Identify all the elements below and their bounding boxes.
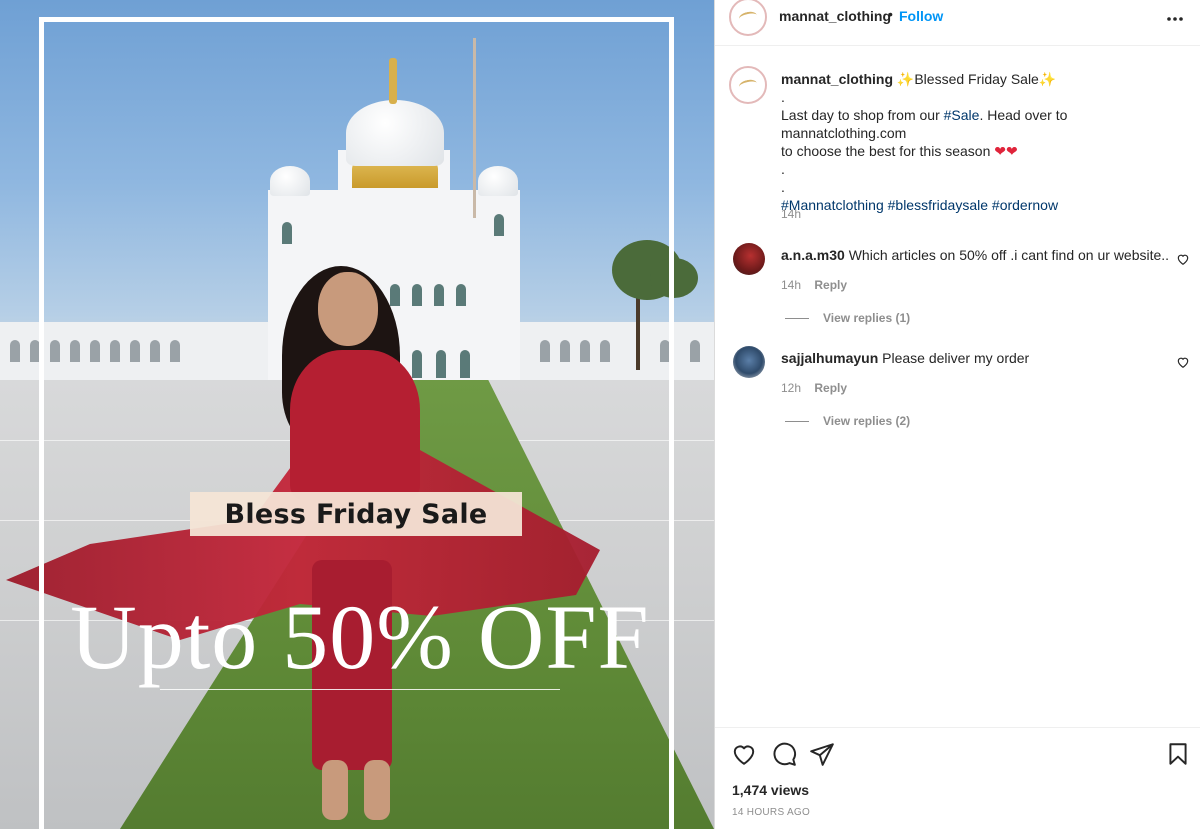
header-separator: • bbox=[888, 6, 893, 22]
caption-dot: . bbox=[781, 161, 785, 177]
brand-logo-icon bbox=[738, 10, 758, 24]
comment-username[interactable]: sajjalhumayun bbox=[781, 350, 878, 366]
comment-like-icon[interactable] bbox=[1176, 252, 1190, 266]
heart-emoji-icon: ❤❤ bbox=[994, 143, 1018, 159]
commenter-avatar[interactable] bbox=[733, 346, 765, 378]
caption-title: Blessed Friday Sale bbox=[914, 71, 1039, 87]
comment-meta: 14h Reply bbox=[781, 278, 847, 292]
caption-time: 14h bbox=[781, 207, 802, 221]
header-username[interactable]: mannat_clothing bbox=[779, 8, 891, 24]
caption: mannat_clothing ✨Blessed Friday Sale✨ . … bbox=[781, 70, 1191, 214]
caption-dot: . bbox=[781, 89, 785, 105]
reply-button[interactable]: Reply bbox=[814, 381, 847, 395]
save-icon[interactable] bbox=[1165, 741, 1191, 767]
more-options-icon[interactable] bbox=[1165, 4, 1185, 28]
white-frame-overlay bbox=[39, 17, 674, 829]
brand-logo-icon bbox=[738, 78, 758, 92]
comment-time: 12h bbox=[781, 381, 802, 395]
share-icon[interactable] bbox=[809, 741, 835, 767]
comment-meta: 12h Reply bbox=[781, 381, 847, 395]
offer-text: Upto 50% OFF bbox=[70, 586, 650, 688]
comment-text: Which articles on 50% off .i cant find o… bbox=[848, 247, 1170, 263]
comment-username[interactable]: a.n.a.m30 bbox=[781, 247, 845, 263]
profile-avatar[interactable] bbox=[729, 0, 767, 36]
sale-banner-text: Bless Friday Sale bbox=[224, 498, 488, 530]
offer-underline bbox=[160, 689, 560, 690]
caption-username[interactable]: mannat_clothing bbox=[781, 71, 893, 87]
comment-time: 14h bbox=[781, 278, 802, 292]
caption-avatar[interactable] bbox=[729, 66, 767, 104]
comment-like-icon[interactable] bbox=[1176, 355, 1190, 369]
view-replies-button[interactable]: View replies (1) bbox=[785, 311, 910, 325]
sale-banner: Bless Friday Sale bbox=[190, 492, 522, 536]
reply-button[interactable]: Reply bbox=[814, 278, 847, 292]
sparkle-icon: ✨ bbox=[896, 71, 915, 87]
post-header: mannat_clothing • Follow bbox=[715, 0, 1200, 46]
comment-icon[interactable] bbox=[771, 741, 797, 767]
like-icon[interactable] bbox=[731, 741, 757, 767]
commenter-avatar[interactable] bbox=[733, 243, 765, 275]
caption-hashtags[interactable]: #Mannatclothing #blessfridaysale #ordern… bbox=[781, 196, 1191, 214]
post-actions: 1,474 views 14 HOURS AGO bbox=[715, 727, 1200, 829]
follow-button[interactable]: Follow bbox=[899, 8, 943, 24]
post-media[interactable]: Bless Friday Sale Upto 50% OFF bbox=[0, 0, 714, 829]
comment-text: Please deliver my order bbox=[882, 350, 1030, 366]
comment-item: sajjalhumayun Please deliver my order bbox=[781, 349, 1029, 367]
sparkle-icon: ✨ bbox=[1038, 71, 1057, 87]
post-timestamp[interactable]: 14 HOURS AGO bbox=[732, 807, 810, 818]
view-count[interactable]: 1,474 views bbox=[732, 782, 809, 798]
view-replies-button[interactable]: View replies (2) bbox=[785, 414, 910, 428]
post-side-panel: mannat_clothing • Follow mannat_clothing… bbox=[714, 0, 1200, 829]
hashtag-sale[interactable]: #Sale bbox=[944, 107, 980, 123]
comment-item: a.n.a.m30 Which articles on 50% off .i c… bbox=[781, 246, 1169, 264]
caption-dot: . bbox=[781, 179, 785, 195]
